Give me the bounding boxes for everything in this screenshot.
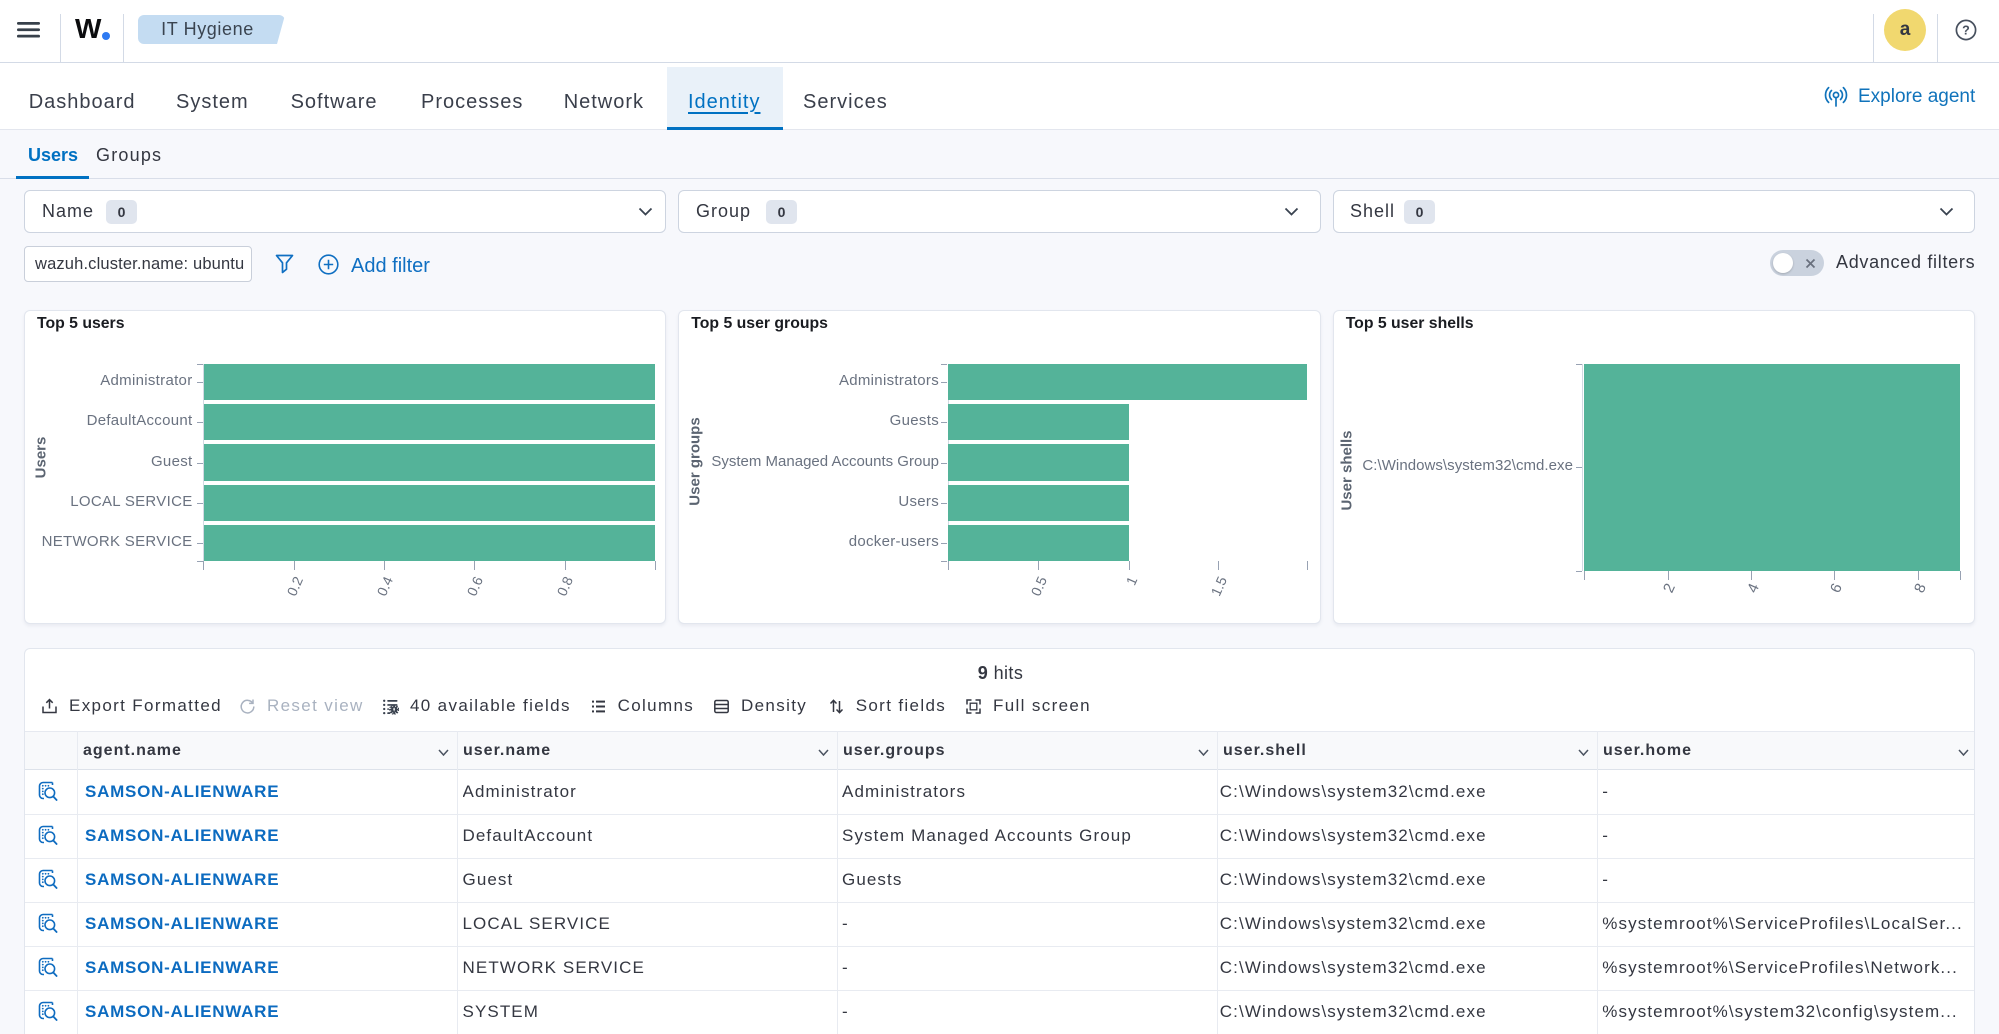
svg-text:?: ? <box>1962 23 1970 37</box>
